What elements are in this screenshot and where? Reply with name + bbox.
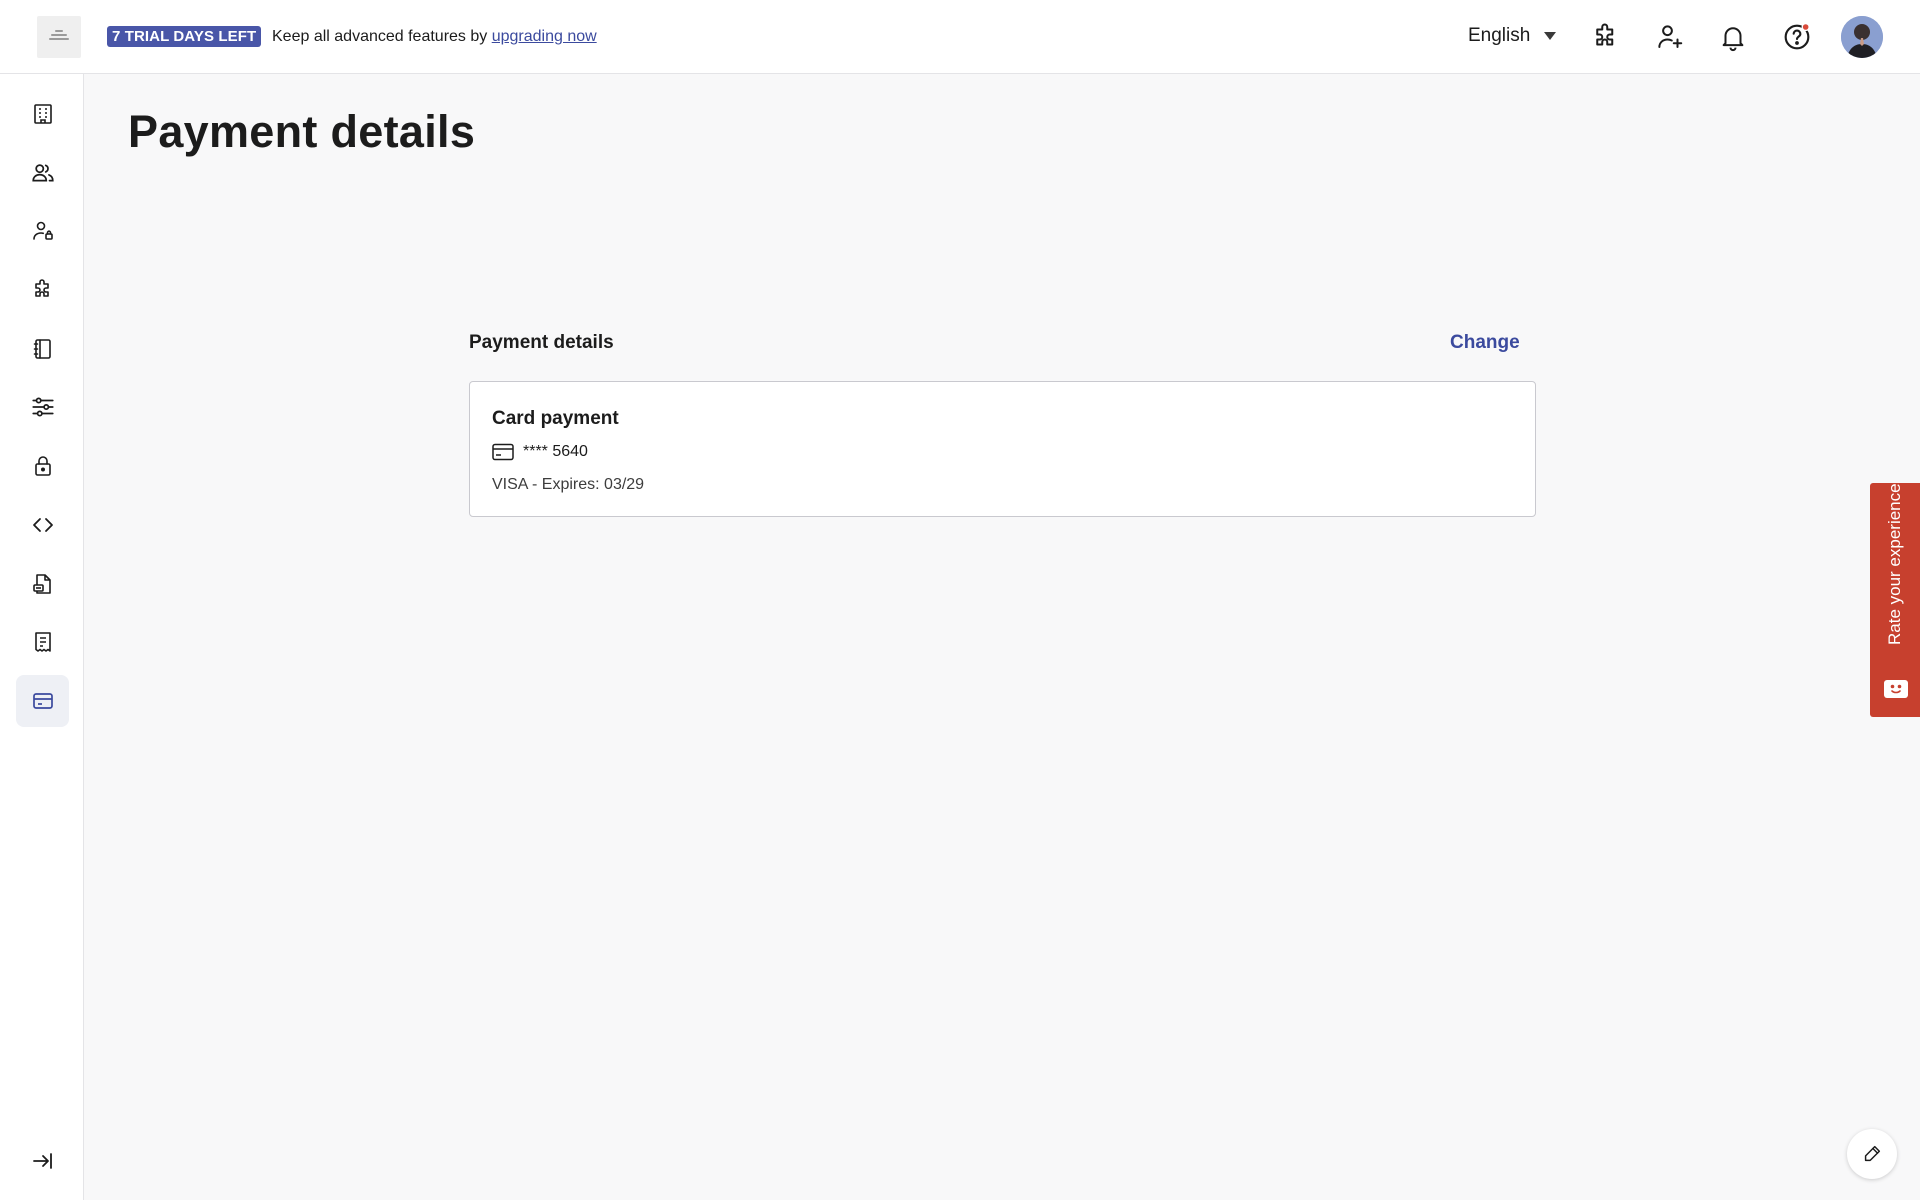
collapse-sidebar-icon — [32, 1153, 52, 1169]
users-icon — [31, 164, 54, 182]
receipt-icon — [34, 632, 51, 652]
payment-card: Card payment **** 5640 VISA - Expires: 0… — [469, 381, 1536, 517]
sidebar-item-security[interactable] — [16, 440, 69, 492]
change-button[interactable]: Change — [1450, 332, 1520, 354]
sidebar-item-documents[interactable] — [16, 558, 69, 610]
trial-badge: 7 TRIAL DAYS LEFT — [107, 26, 262, 47]
lock-icon — [34, 456, 51, 476]
sidebar-item-directory[interactable] — [16, 323, 69, 375]
document-icon — [32, 574, 51, 594]
sidebar — [0, 74, 84, 1200]
notebook-icon — [33, 339, 51, 359]
language-label: English — [1468, 25, 1531, 46]
pen-icon — [1864, 1145, 1881, 1162]
sliders-icon — [31, 397, 54, 417]
upgrade-link[interactable]: upgrading now — [492, 28, 597, 45]
card-number: **** 5640 — [523, 443, 588, 460]
section-title: Payment details — [469, 332, 614, 353]
trial-message: Keep all advanced features by upgrading … — [272, 28, 597, 46]
avatar[interactable] — [1841, 16, 1883, 58]
sidebar-item-settings[interactable] — [16, 381, 69, 433]
card-title: Card payment — [492, 408, 619, 429]
help-icon[interactable] — [1781, 21, 1813, 53]
building-icon — [33, 104, 52, 124]
user-lock-icon — [32, 221, 53, 240]
rate-experience-tab[interactable]: Rate your experience — [1870, 483, 1920, 717]
smiley-icon — [1884, 680, 1908, 698]
sidebar-item-integrations[interactable] — [16, 264, 69, 316]
feedback-label: Rate your experience — [1885, 483, 1904, 645]
sidebar-item-users[interactable] — [16, 147, 69, 199]
sidebar-item-invoices[interactable] — [16, 616, 69, 668]
company-logo[interactable] — [37, 16, 81, 58]
page-title: Payment details — [128, 106, 476, 157]
sidebar-item-developers[interactable] — [16, 499, 69, 551]
top-bar: 7 TRIAL DAYS LEFT Keep all advanced feat… — [0, 0, 1920, 74]
trial-text: Keep all advanced features by — [272, 28, 492, 45]
bell-icon[interactable] — [1717, 21, 1749, 53]
card-number-row: **** 5640 — [492, 443, 588, 461]
floating-action-button[interactable] — [1847, 1129, 1897, 1179]
add-user-icon[interactable] — [1654, 21, 1686, 53]
collapse-sidebar-button[interactable] — [16, 1135, 69, 1187]
sidebar-item-payment[interactable] — [16, 675, 69, 727]
puzzle-icon — [34, 279, 49, 297]
code-icon — [32, 518, 53, 532]
logo-mark — [48, 30, 70, 44]
card-details: VISA - Expires: 03/29 — [492, 476, 645, 493]
credit-card-icon — [32, 693, 53, 709]
sidebar-item-user-access[interactable] — [16, 205, 69, 257]
credit-card-icon — [492, 443, 514, 461]
language-selector[interactable]: English — [1468, 25, 1557, 47]
sidebar-item-company[interactable] — [16, 88, 69, 140]
integrations-icon[interactable] — [1590, 21, 1622, 53]
chevron-down-icon — [1544, 32, 1557, 40]
